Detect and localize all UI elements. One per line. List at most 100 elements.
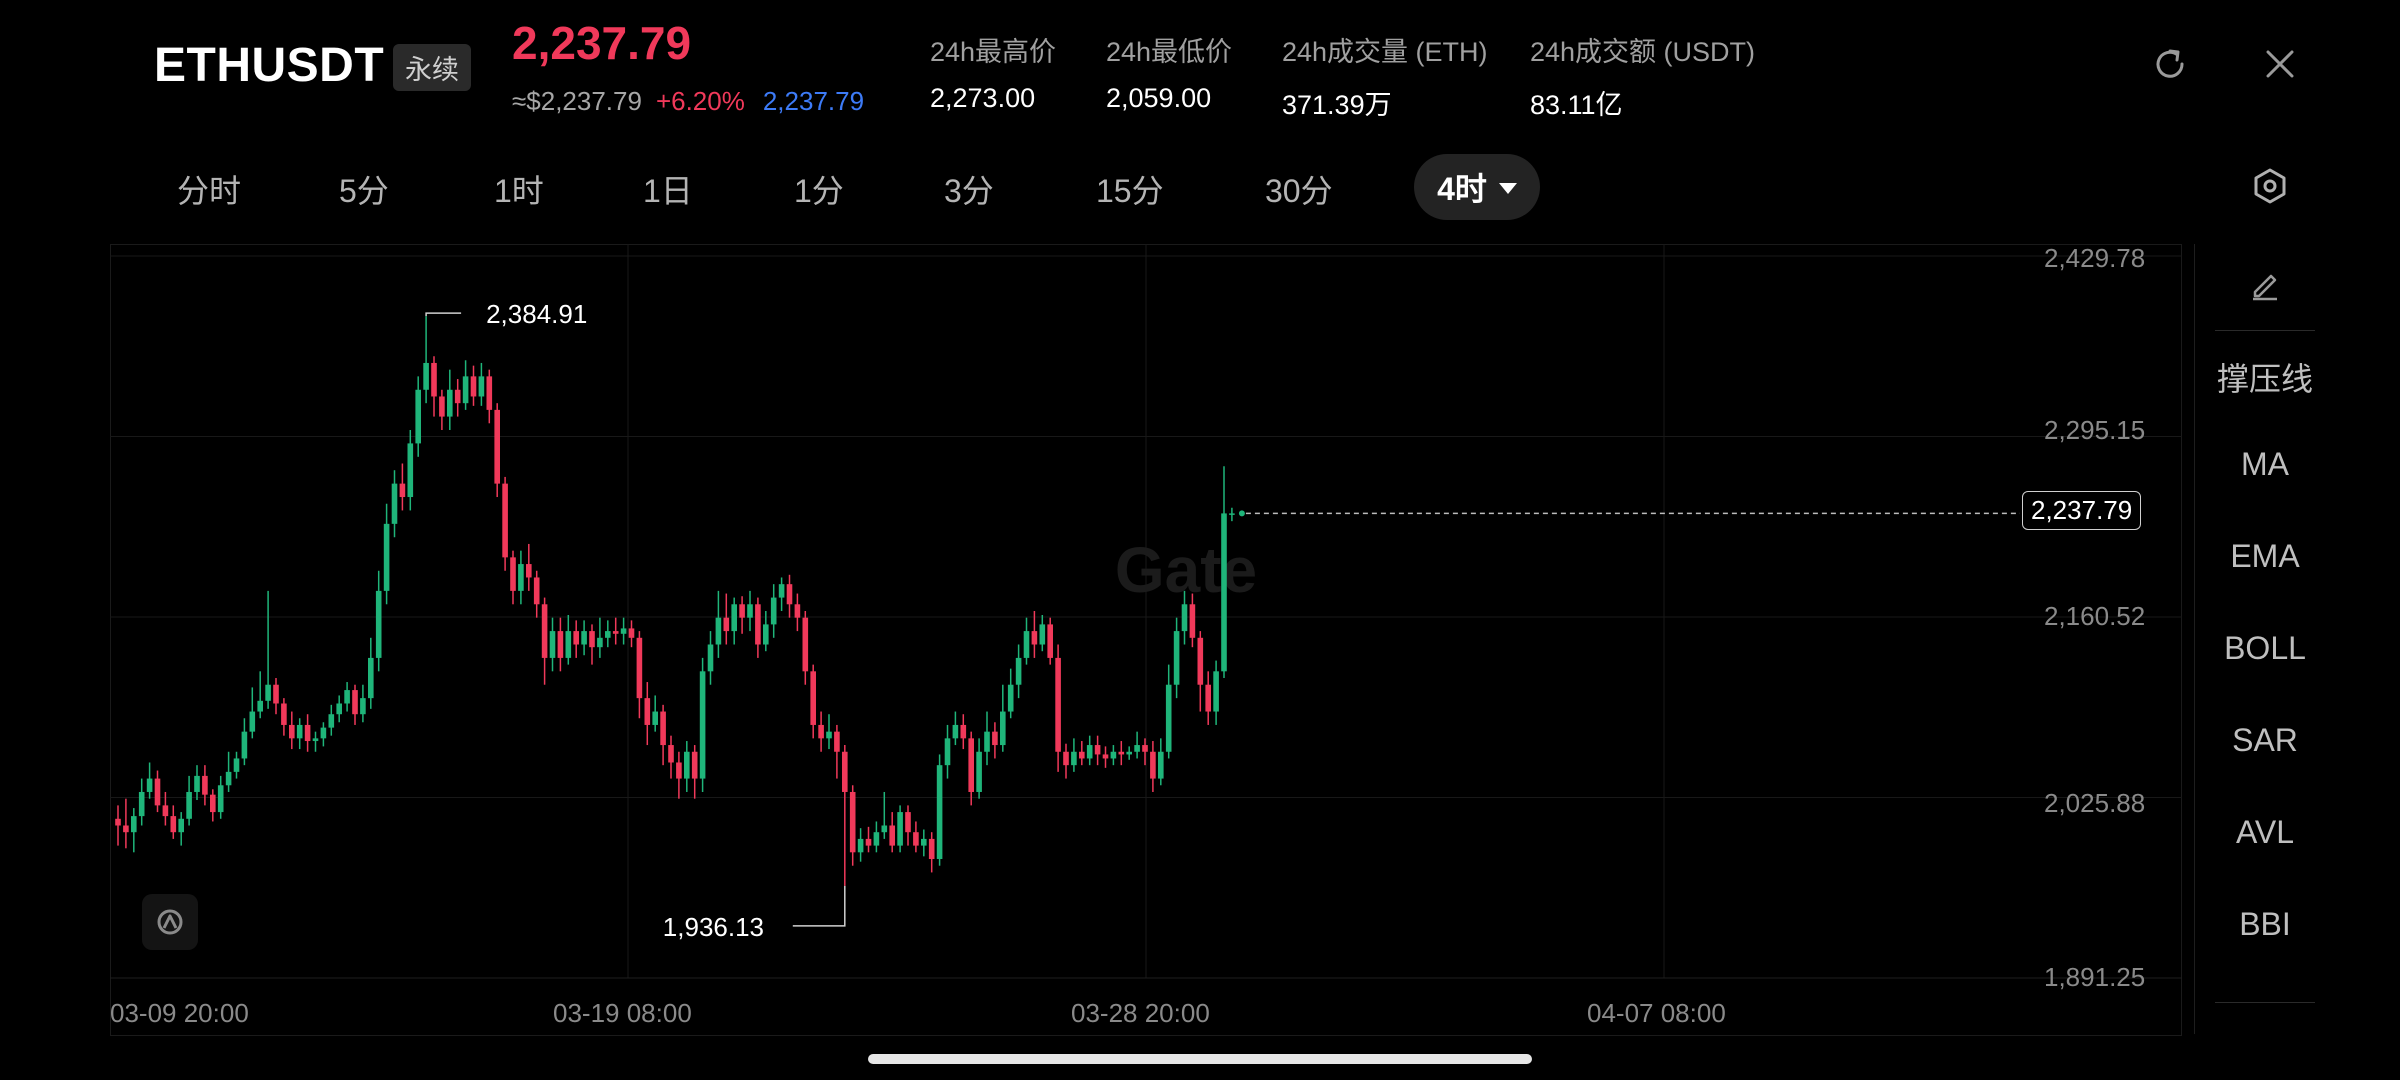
high-marker-line xyxy=(425,312,462,317)
candle-body xyxy=(1142,745,1148,752)
candle-body xyxy=(699,671,706,779)
candle-body xyxy=(241,731,248,759)
candle-body xyxy=(992,731,998,746)
candle-body xyxy=(1126,751,1132,755)
candle-body xyxy=(123,825,129,833)
candle-body xyxy=(510,557,516,591)
candlestick-chart[interactable]: Gate 2,384.91 1,936.13 xyxy=(110,244,2182,1041)
candle-body xyxy=(723,617,730,632)
candle-body xyxy=(518,564,524,591)
panel-divider xyxy=(2215,330,2315,331)
candle-body xyxy=(415,389,421,444)
tab-30m[interactable]: 30分 xyxy=(1265,166,1333,212)
current-price-dot xyxy=(1238,510,1245,517)
candle-body xyxy=(691,751,698,779)
x-tick-label: 03-09 20:00 xyxy=(110,998,249,1028)
indicator-support-resistance[interactable]: 撑压线 xyxy=(2195,354,2335,400)
candle-body xyxy=(913,832,919,846)
candle-body xyxy=(952,724,959,739)
candle-body xyxy=(257,700,263,712)
candle-body xyxy=(170,816,177,833)
hexagon-settings-icon[interactable] xyxy=(2250,166,2290,206)
candle-body xyxy=(1086,745,1093,759)
candle-body xyxy=(707,644,714,672)
candle-body xyxy=(399,483,406,498)
y-tick-label: 2,025.88 xyxy=(2044,788,2146,818)
pencil-icon[interactable] xyxy=(2195,266,2335,310)
candle-body xyxy=(202,775,208,795)
candle-body xyxy=(454,389,461,404)
tab-1m[interactable]: 1分 xyxy=(794,166,844,212)
candle-body xyxy=(557,631,564,658)
close-icon[interactable] xyxy=(2260,44,2300,84)
candle-body xyxy=(304,724,311,742)
candle-body xyxy=(1071,751,1077,766)
candle-body xyxy=(905,812,911,833)
tab-4h-dropdown[interactable]: 4时 xyxy=(1414,154,1540,220)
candle-body xyxy=(597,637,603,648)
candle-body xyxy=(826,731,832,739)
tab-1h[interactable]: 1时 xyxy=(494,166,544,212)
indicator-boll[interactable]: BOLL xyxy=(2195,630,2335,667)
y-tick-label: 2,160.52 xyxy=(2044,601,2146,631)
candle-body xyxy=(581,631,587,645)
candle-body xyxy=(976,751,982,792)
indicator-sar[interactable]: SAR xyxy=(2195,722,2335,759)
chart-canvas[interactable]: Gate 2,384.91 1,936.13 xyxy=(110,244,2182,1036)
candle-body xyxy=(636,637,643,699)
candle-body xyxy=(1007,684,1014,712)
indicator-bbi[interactable]: BBI xyxy=(2195,906,2335,943)
candle-body xyxy=(138,791,145,817)
indicator-ema[interactable]: EMA xyxy=(2195,538,2335,575)
tab-3m[interactable]: 3分 xyxy=(944,166,994,212)
candle-body xyxy=(810,671,816,725)
candle-body xyxy=(936,765,943,860)
candle-body xyxy=(715,617,722,645)
candle-body xyxy=(778,584,785,598)
candle-body xyxy=(620,628,627,634)
candle-body xyxy=(312,738,319,742)
candle-body xyxy=(1229,513,1235,515)
candle-body xyxy=(1118,751,1125,755)
candle-body xyxy=(881,825,888,833)
candle-body xyxy=(755,604,761,645)
refresh-icon[interactable] xyxy=(2150,44,2190,84)
candle-body xyxy=(605,631,611,638)
caret-down-icon xyxy=(1498,183,1517,194)
indicator-avl[interactable]: AVL xyxy=(2195,814,2335,851)
candle-body xyxy=(1015,657,1022,685)
candle-body xyxy=(1165,684,1172,752)
candle-body xyxy=(447,389,453,417)
tab-intraday[interactable]: 分时 xyxy=(177,166,241,212)
candle-body xyxy=(533,577,540,605)
candle-body xyxy=(565,631,572,658)
candle-body xyxy=(842,751,848,792)
tab-5m[interactable]: 5分 xyxy=(339,166,389,212)
indicator-ma[interactable]: MA xyxy=(2195,446,2335,483)
tab-15m[interactable]: 15分 xyxy=(1096,166,1164,212)
candle-body xyxy=(1079,751,1085,759)
candle-body xyxy=(1039,624,1046,645)
symbol-title[interactable]: ETHUSDT xyxy=(154,38,384,93)
stat-value: 83.11亿 xyxy=(1530,90,1623,120)
candle-body xyxy=(676,762,682,779)
candle-body xyxy=(162,805,169,817)
tab-1d[interactable]: 1日 xyxy=(643,166,693,212)
home-indicator[interactable] xyxy=(868,1054,1532,1064)
candle-body xyxy=(834,731,840,752)
candle-body xyxy=(1094,745,1101,755)
candle-body xyxy=(873,832,880,846)
candle-body xyxy=(391,483,398,524)
chart-grid xyxy=(110,244,2182,1036)
candle-body xyxy=(786,584,793,605)
stat-24h-high: 24h最高价 2,273.00 xyxy=(930,30,1056,114)
candle-body xyxy=(352,690,358,715)
candle-body xyxy=(486,376,493,410)
candle-body xyxy=(628,628,635,638)
candle-body xyxy=(849,791,856,853)
candle-body xyxy=(1181,604,1188,632)
change-percent: +6.20% xyxy=(655,86,745,116)
candle-body xyxy=(336,703,342,715)
chart-reset-icon[interactable] xyxy=(142,894,198,950)
current-price-tag: 2,237.79 xyxy=(2022,491,2142,530)
